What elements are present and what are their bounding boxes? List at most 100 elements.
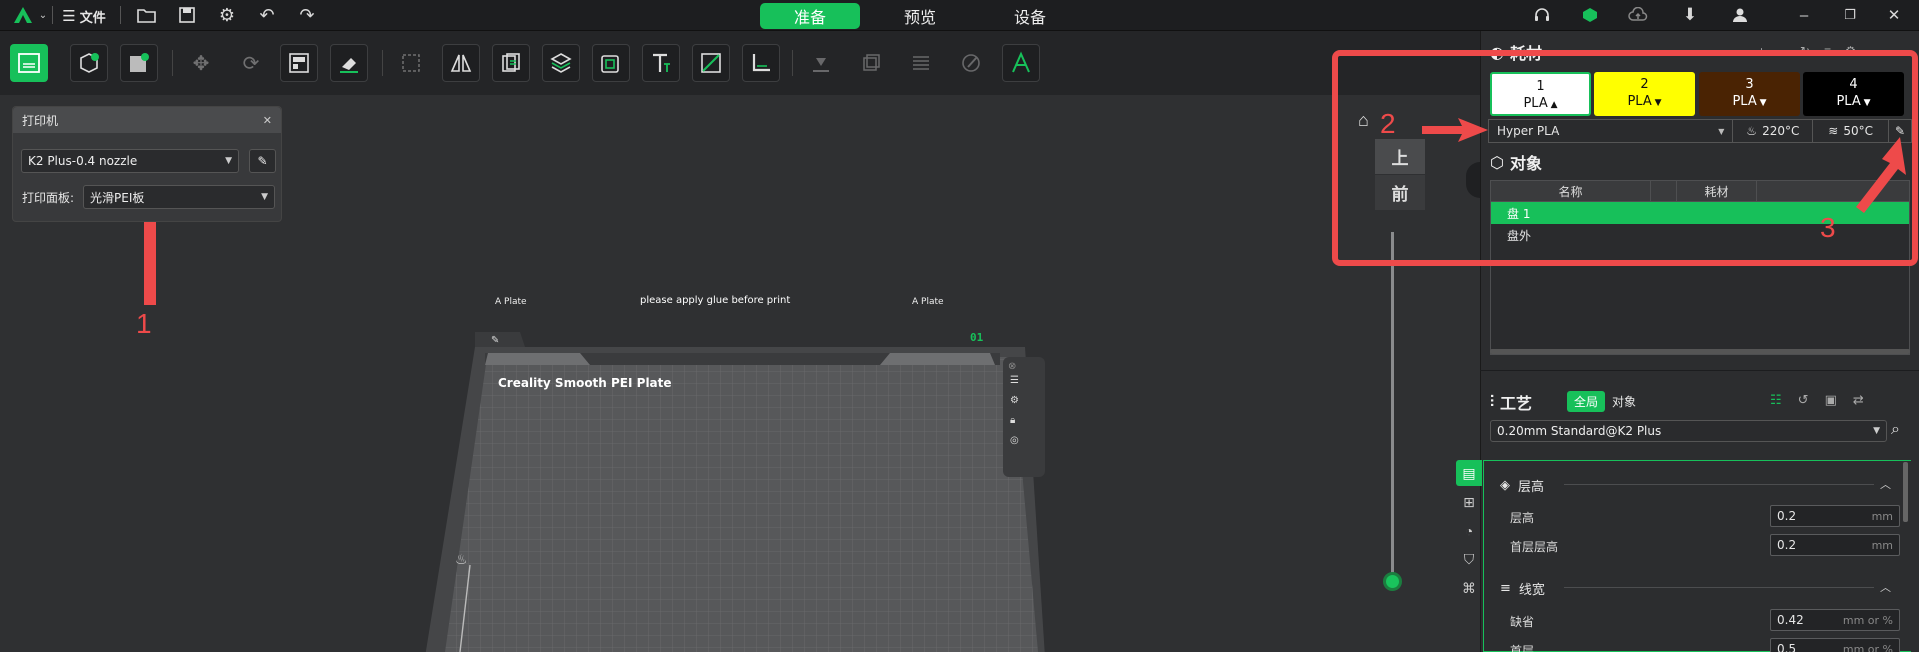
rotate-icon[interactable]: ⟳: [232, 44, 270, 82]
chevron-down-icon[interactable]: ⌄: [37, 8, 49, 22]
param-label: 缺省: [1510, 615, 1535, 629]
pencil-icon[interactable]: ✎: [491, 335, 499, 346]
plate-settings-icon[interactable]: ◎: [1010, 435, 1019, 446]
annotation-arrow-2: [1422, 118, 1488, 142]
first-layer-line-width-input[interactable]: 0.5 mm or %: [1770, 638, 1900, 652]
assembly-text-icon[interactable]: [1002, 44, 1040, 82]
plate-close-icon[interactable]: ⊗: [1008, 361, 1016, 372]
tab-device[interactable]: 设备: [980, 3, 1080, 29]
tab-prepare[interactable]: 准备: [760, 3, 860, 29]
reset-icon[interactable]: ↺: [1798, 392, 1825, 407]
search-icon[interactable]: ⌕: [1891, 421, 1900, 439]
file-menu[interactable]: ☰ 文件: [58, 4, 110, 28]
move-icon[interactable]: ✥: [182, 44, 220, 82]
tab-support-icon[interactable]: ⛉: [1456, 546, 1482, 572]
pencil-icon: ✎: [257, 154, 268, 168]
group-layer-height[interactable]: ◈ 层高: [1500, 476, 1544, 495]
restore-icon[interactable]: ❐: [1836, 1, 1864, 29]
redo-icon[interactable]: ↷: [293, 1, 321, 29]
plate-arrange-icon[interactable]: ⚙: [1010, 395, 1019, 406]
printer-panel-header: 打印机 ✕: [13, 107, 281, 133]
process-title: 工艺: [1500, 394, 1533, 413]
close-icon[interactable]: ✕: [263, 114, 272, 127]
layer-slider-track[interactable]: [1391, 232, 1394, 582]
object-table-scrollbar[interactable]: [1490, 349, 1910, 354]
seam-paint-icon[interactable]: [852, 44, 890, 82]
cloud-upload-icon[interactable]: [1624, 1, 1652, 29]
group-divider: [1564, 484, 1874, 485]
model-store-icon[interactable]: [1576, 1, 1604, 29]
params-icon[interactable]: ☷: [1770, 392, 1798, 407]
text-icon[interactable]: [642, 44, 680, 82]
variable-layer-icon[interactable]: [902, 44, 940, 82]
process-toolbar: ☷↺▣⇄: [1770, 392, 1880, 408]
tab-speed-icon[interactable]: ◔: [1456, 518, 1482, 544]
arrange-icon[interactable]: [280, 44, 318, 82]
split-icon[interactable]: [492, 44, 530, 82]
settings-scrollbar[interactable]: [1903, 462, 1908, 522]
open-folder-icon[interactable]: [133, 1, 161, 29]
chevron-up-icon[interactable]: ︿: [1880, 579, 1891, 595]
tab-strength-icon[interactable]: ⊞: [1456, 489, 1482, 515]
plate-type-label: 打印面板:: [22, 191, 75, 205]
process-preset-select[interactable]: 0.20mm Standard@K2 Plus ▼: [1490, 420, 1887, 442]
param-unit: mm: [1871, 509, 1893, 523]
plate-lock-icon[interactable]: 🔒︎: [1010, 415, 1015, 426]
param-label: 层高: [1510, 511, 1535, 525]
mirror-icon[interactable]: [442, 44, 480, 82]
slice-plate-icon[interactable]: [10, 44, 48, 82]
color-paint-icon[interactable]: [952, 44, 990, 82]
file-menu-label: 文件: [79, 10, 106, 26]
add-object-icon[interactable]: [70, 44, 108, 82]
user-icon[interactable]: [1726, 1, 1754, 29]
first-layer-height-input[interactable]: 0.2 mm: [1770, 534, 1900, 556]
printer-select-value: K2 Plus-0.4 nozzle: [28, 154, 138, 168]
chevron-up-icon[interactable]: ︿: [1880, 476, 1891, 492]
param-unit: mm: [1871, 538, 1893, 552]
tab-quality-icon[interactable]: ▤: [1456, 460, 1482, 486]
save-icon[interactable]: [173, 1, 201, 29]
line-width-icon: ≡: [1500, 581, 1511, 596]
plate-list-icon[interactable]: ☰: [1010, 375, 1019, 386]
toggle-global[interactable]: 全局: [1567, 391, 1606, 412]
cut-icon[interactable]: [692, 44, 730, 82]
param-value: 0.5: [1777, 642, 1797, 652]
app-logo[interactable]: [10, 3, 36, 27]
edit-printer-button[interactable]: ✎: [249, 149, 276, 173]
plate-tab-left[interactable]: A Plate: [495, 297, 527, 307]
hollow-icon[interactable]: [592, 44, 630, 82]
lay-on-face-icon[interactable]: [330, 44, 368, 82]
undo-icon[interactable]: ↶: [253, 1, 281, 29]
close-icon[interactable]: ✕: [1880, 1, 1908, 29]
chevron-down-icon: ▼: [261, 192, 268, 202]
default-line-width-input[interactable]: 0.42 mm or %: [1770, 609, 1900, 631]
tab-preview[interactable]: 预览: [870, 3, 970, 29]
layer-slider-handle[interactable]: [1383, 572, 1402, 591]
param-value: 0.42: [1777, 613, 1804, 627]
compare-icon[interactable]: ⇄: [1853, 392, 1880, 407]
toggle-object[interactable]: 对象: [1605, 391, 1643, 412]
plate-type-select[interactable]: 光滑PEI板 ▼: [83, 185, 275, 209]
gear-icon[interactable]: ⚙: [213, 1, 241, 29]
headset-icon[interactable]: [1528, 1, 1556, 29]
measure-icon[interactable]: [742, 44, 780, 82]
param-label: 首层层高: [1510, 540, 1559, 554]
annotation-2: 2: [1380, 108, 1396, 139]
printer-select[interactable]: K2 Plus-0.4 nozzle ▼: [21, 149, 239, 173]
scale-icon[interactable]: [392, 44, 430, 82]
divider: [1480, 370, 1919, 371]
download-icon[interactable]: ⬇: [1676, 1, 1704, 29]
plate-tab-right[interactable]: A Plate: [912, 297, 944, 307]
support-paint-icon[interactable]: [802, 44, 840, 82]
param-label: 首层: [1510, 644, 1535, 652]
param-unit: mm or %: [1842, 613, 1893, 627]
box-icon[interactable]: [542, 44, 580, 82]
minimize-icon[interactable]: –: [1790, 1, 1818, 29]
group-line-width[interactable]: ≡ 线宽: [1500, 579, 1545, 598]
add-plate-icon[interactable]: [120, 44, 158, 82]
tab-others-icon[interactable]: ⌘: [1456, 575, 1482, 601]
layer-height-input[interactable]: 0.2 mm: [1770, 505, 1900, 527]
save-icon[interactable]: ▣: [1825, 392, 1853, 407]
main-toolbar: [0, 31, 1480, 95]
printer-panel: 打印机 ✕ K2 Plus-0.4 nozzle ▼ ✎ 打印面板: 光滑PEI…: [12, 106, 282, 222]
